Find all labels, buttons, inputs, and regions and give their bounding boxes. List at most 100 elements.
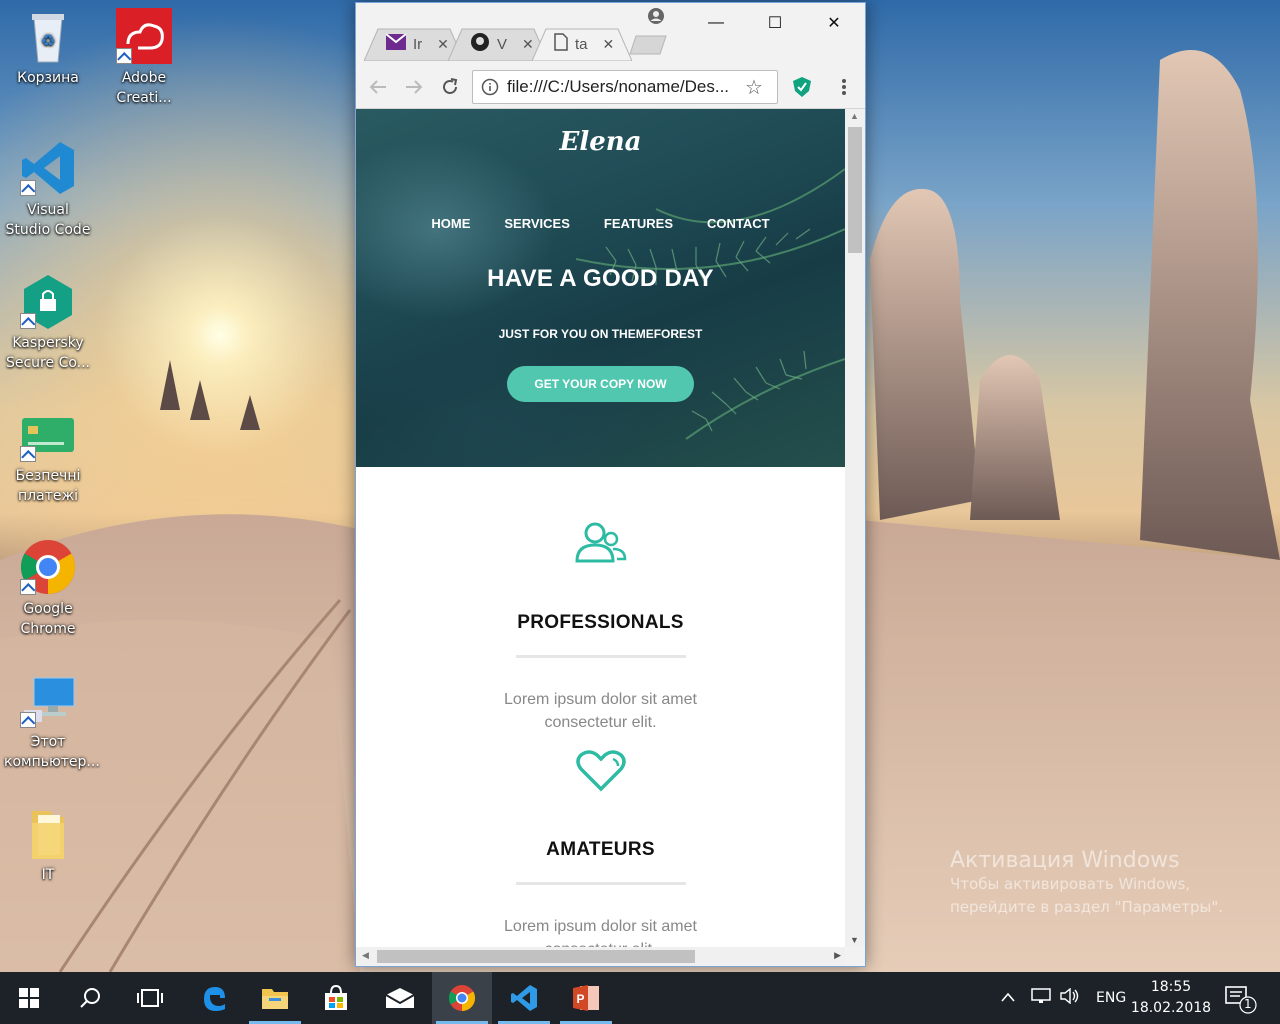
- users-icon: [356, 519, 845, 569]
- taskbar-clock[interactable]: 18:55 18.02.2018: [1128, 977, 1214, 1019]
- nav-features[interactable]: FEATURES: [604, 216, 673, 231]
- desktop-icon-label: Google Chrome: [20, 601, 76, 637]
- new-tab-button[interactable]: [626, 35, 670, 55]
- adobe-creative-cloud-icon: [116, 8, 172, 64]
- scroll-left-arrow-icon[interactable]: ◀: [362, 950, 369, 961]
- feature-divider: [515, 655, 686, 658]
- get-copy-button[interactable]: GET YOUR COPY NOW: [507, 366, 694, 402]
- back-button[interactable]: [366, 75, 390, 99]
- maximize-button[interactable]: ☐: [746, 9, 804, 37]
- site-logo[interactable]: Elena: [356, 127, 845, 157]
- clock-date: 18.02.2018: [1130, 1000, 1212, 1016]
- vscode-icon: [511, 985, 537, 1011]
- mail-icon: [385, 988, 415, 1008]
- language-indicator[interactable]: ENG: [1096, 990, 1126, 1006]
- feature-text-line-2: consectetur elit.: [356, 938, 845, 947]
- taskbar-powerpoint[interactable]: P: [556, 972, 616, 1024]
- shortcut-arrow-icon: [20, 313, 36, 329]
- forward-button[interactable]: [402, 75, 426, 99]
- desktop-icon-label: Безпечні платежі: [15, 468, 81, 504]
- url-text: file:///C:/Users/noname/Des...: [507, 77, 730, 96]
- reload-button[interactable]: [438, 75, 462, 99]
- scroll-right-arrow-icon[interactable]: ▶: [834, 950, 841, 961]
- browser-menu-icon[interactable]: [832, 75, 856, 99]
- activation-title: Активация Windows: [950, 848, 1180, 873]
- tab-title: V: [497, 35, 508, 53]
- desktop-icon-kaspersky[interactable]: Kaspersky Secure Co...: [4, 273, 92, 373]
- bookmark-star-icon[interactable]: ☆: [745, 75, 763, 100]
- windows-logo-icon: [19, 988, 39, 1008]
- svg-text:P: P: [576, 992, 584, 1006]
- shortcut-arrow-icon: [20, 180, 36, 196]
- taskbar-store[interactable]: [306, 972, 366, 1024]
- payment-card-icon: [20, 406, 76, 462]
- feature-professionals: PROFESSIONALS Lorem ipsum dolor sit amet…: [356, 519, 845, 734]
- desktop-icon-recycle-bin[interactable]: ♻ Корзина: [4, 8, 92, 88]
- search-icon: [80, 988, 100, 1008]
- kaspersky-extension-icon[interactable]: [790, 75, 814, 99]
- volume-icon[interactable]: [1056, 987, 1084, 1008]
- desktop-icon-google-chrome[interactable]: Google Chrome: [4, 539, 92, 639]
- taskbar-edge[interactable]: [184, 972, 244, 1024]
- clock-time: 18:55: [1150, 979, 1192, 995]
- network-icon[interactable]: [1026, 988, 1056, 1008]
- feature-divider: [515, 882, 686, 885]
- info-icon[interactable]: [481, 78, 499, 96]
- start-button[interactable]: [0, 972, 58, 1024]
- page-icon: [554, 33, 568, 55]
- desktop-icon-vscode[interactable]: Visual Studio Code: [4, 140, 92, 240]
- browser-toolbar: file:///C:/Users/noname/Des... ☆: [356, 65, 865, 109]
- site-nav: HOME SERVICES FEATURES CONTACT: [356, 216, 845, 231]
- desktop-icon-adobe-creative-cloud[interactable]: Adobe Creati...: [100, 8, 188, 108]
- page-viewport: Elena HOME SERVICES FEATURES CONTACT HAV…: [356, 109, 845, 947]
- task-view-icon: [137, 989, 163, 1007]
- vscode-icon: [20, 140, 76, 196]
- horizontal-scrollbar[interactable]: ◀ ▶: [356, 947, 845, 966]
- tab-title: Ir: [413, 35, 423, 53]
- desktop-icon-label: Visual Studio Code: [5, 202, 91, 238]
- title-bar[interactable]: Ir ✕ V ✕ ta ✕ — ☐ ✕: [356, 3, 865, 65]
- notification-icon: [1225, 986, 1257, 1014]
- folder-icon: [20, 805, 76, 861]
- taskbar-file-explorer[interactable]: [245, 972, 305, 1024]
- recycle-bin-icon: ♻: [20, 8, 76, 64]
- address-bar[interactable]: file:///C:/Users/noname/Des... ☆: [472, 70, 778, 104]
- minimize-button[interactable]: —: [687, 9, 745, 37]
- desktop-icon-safe-payments[interactable]: Безпечні платежі: [4, 406, 92, 506]
- vertical-scrollbar[interactable]: ▲ ▼: [845, 109, 865, 947]
- feature-amateurs: AMATEURS Lorem ipsum dolor sit amet cons…: [356, 749, 845, 947]
- kaspersky-icon: [20, 273, 76, 329]
- show-hidden-icons-icon[interactable]: [996, 990, 1020, 1006]
- taskbar-vscode[interactable]: [494, 972, 554, 1024]
- task-view-button[interactable]: [120, 972, 180, 1024]
- computer-icon: [20, 672, 76, 728]
- desktop-icon-this-pc[interactable]: Этот компьютер...: [4, 672, 100, 772]
- close-window-button[interactable]: ✕: [805, 9, 863, 37]
- shortcut-arrow-icon: [20, 579, 36, 595]
- nav-home[interactable]: HOME: [431, 216, 470, 231]
- horizontal-scroll-thumb[interactable]: [377, 950, 695, 963]
- taskbar-chrome[interactable]: [432, 972, 492, 1024]
- github-icon: [470, 32, 490, 56]
- taskbar-mail[interactable]: [370, 972, 430, 1024]
- nav-services[interactable]: SERVICES: [504, 216, 570, 231]
- close-tab-icon[interactable]: ✕: [603, 36, 615, 53]
- vertical-scroll-thumb[interactable]: [848, 127, 862, 253]
- file-explorer-icon: [262, 989, 288, 1009]
- feature-text-line-2: consectetur elit.: [544, 714, 657, 731]
- profile-icon[interactable]: [647, 7, 665, 25]
- chrome-icon: [20, 539, 76, 595]
- scroll-up-arrow-icon[interactable]: ▲: [850, 111, 859, 121]
- desktop-icon-label: Kaspersky Secure Co...: [5, 335, 91, 371]
- feature-text-line-1: Lorem ipsum dolor sit amet: [504, 918, 697, 935]
- tab-active-page[interactable]: ta ✕: [532, 27, 632, 61]
- taskbar: P ENG 18:55 18.02.2018 1: [0, 972, 1280, 1024]
- hero-headline: HAVE A GOOD DAY: [487, 265, 714, 292]
- action-center-button[interactable]: 1: [1222, 984, 1258, 1014]
- hero-section: Elena HOME SERVICES FEATURES CONTACT HAV…: [356, 109, 845, 467]
- desktop-icon-it-folder[interactable]: IT: [4, 805, 92, 885]
- search-button[interactable]: [60, 972, 120, 1024]
- shortcut-arrow-icon: [116, 48, 132, 64]
- scroll-down-arrow-icon[interactable]: ▼: [850, 935, 859, 945]
- nav-contact[interactable]: CONTACT: [707, 216, 770, 231]
